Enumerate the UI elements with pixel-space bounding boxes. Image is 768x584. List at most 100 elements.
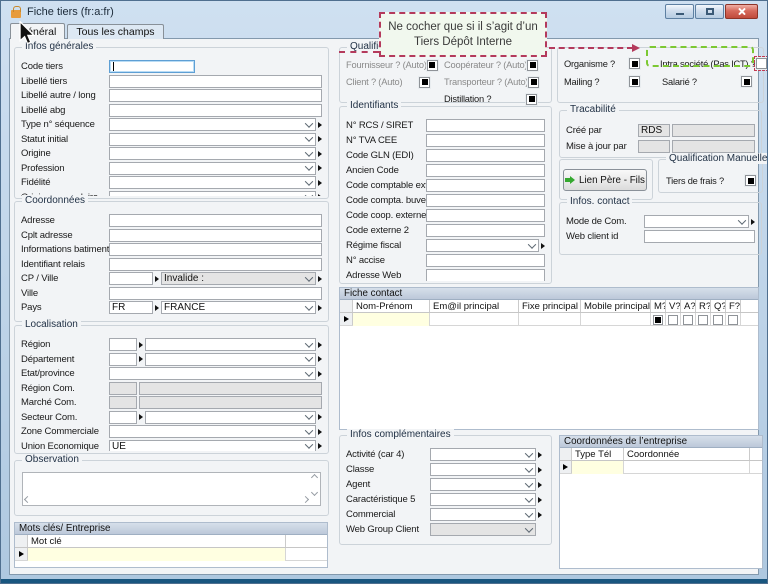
type-n-sequence-combo[interactable]: [109, 118, 316, 131]
lookup-arrow-icon[interactable]: [318, 165, 322, 171]
vertical-scrollbar[interactable]: [310, 475, 318, 495]
informations-batiment-input[interactable]: [109, 243, 322, 256]
horizontal-scrollbar[interactable]: [25, 495, 308, 503]
lookup-arrow-icon[interactable]: [541, 243, 545, 249]
lookup-arrow-icon[interactable]: [538, 467, 542, 473]
pays-input[interactable]: FR: [109, 301, 153, 314]
lookup-arrow-icon[interactable]: [318, 136, 322, 142]
organisme-checkbox[interactable]: [629, 58, 640, 69]
n-tva-cee-input[interactable]: [426, 134, 545, 147]
type-tel-cell[interactable]: [572, 461, 624, 474]
scroll-right-icon[interactable]: [302, 495, 309, 502]
lien-pere-fils-button[interactable]: Lien Père - Fils: [563, 169, 647, 191]
email-cell[interactable]: [430, 313, 519, 326]
mode-de-com-combo[interactable]: [644, 215, 749, 228]
union-economique-combo[interactable]: UE: [109, 440, 316, 452]
lookup-arrow-icon[interactable]: [751, 219, 755, 225]
code-coop-externe-input[interactable]: [426, 209, 545, 222]
lookup-arrow-icon[interactable]: [318, 305, 322, 311]
libelle-tiers-input[interactable]: [109, 75, 322, 88]
secteur-com-input[interactable]: [109, 411, 137, 424]
scroll-down-icon[interactable]: [310, 489, 317, 496]
lookup-arrow-icon[interactable]: [318, 443, 322, 449]
lookup-arrow-icon[interactable]: [139, 342, 143, 348]
zone-commerciale-combo[interactable]: [109, 425, 316, 438]
lookup-arrow-icon[interactable]: [538, 482, 542, 488]
maximize-button[interactable]: [695, 4, 724, 19]
fournisseur-auto-checkbox[interactable]: [427, 60, 438, 71]
identifiant-relais-input[interactable]: [109, 258, 322, 271]
secteur-com-combo[interactable]: [145, 411, 316, 424]
fixe-cell[interactable]: [519, 313, 581, 326]
distillation-checkbox[interactable]: [526, 94, 537, 105]
ancien-code-input[interactable]: [426, 164, 545, 177]
tiers-de-frais-checkbox[interactable]: [745, 175, 756, 186]
coordonnee-cell[interactable]: [624, 461, 750, 474]
mailing-checkbox[interactable]: [629, 76, 640, 87]
activite-car-4-combo[interactable]: [430, 448, 536, 461]
cp-ville-input[interactable]: [109, 272, 153, 285]
regime-fiscal-combo[interactable]: [426, 239, 539, 252]
a-checkbox[interactable]: [683, 315, 693, 325]
region-combo[interactable]: [145, 338, 316, 351]
client-auto-checkbox[interactable]: [419, 77, 430, 88]
agent-combo[interactable]: [430, 478, 536, 491]
lookup-arrow-icon[interactable]: [318, 180, 322, 186]
transporteur-auto-checkbox[interactable]: [528, 77, 539, 88]
q-checkbox[interactable]: [713, 315, 723, 325]
scroll-left-icon[interactable]: [24, 495, 31, 502]
lookup-arrow-icon[interactable]: [155, 305, 159, 311]
statut-initial-combo[interactable]: [109, 133, 316, 146]
lookup-arrow-icon[interactable]: [318, 194, 322, 196]
lookup-arrow-icon[interactable]: [139, 414, 143, 420]
origine-combo[interactable]: [109, 147, 316, 160]
etat-province-combo[interactable]: [109, 367, 316, 380]
caracteristique-5-combo[interactable]: [430, 493, 536, 506]
departement-input[interactable]: [109, 353, 137, 366]
cplt-adresse-input[interactable]: [109, 229, 322, 242]
cooperateur-auto-checkbox[interactable]: [527, 60, 538, 71]
lookup-arrow-icon[interactable]: [139, 356, 143, 362]
lookup-arrow-icon[interactable]: [538, 452, 542, 458]
mot-cle-cell[interactable]: [28, 548, 286, 561]
departement-combo[interactable]: [145, 353, 316, 366]
web-client-id-input[interactable]: [644, 230, 755, 243]
code-externe-2-input[interactable]: [426, 224, 545, 237]
pays-combo[interactable]: FRANCE: [161, 301, 316, 314]
n-rcs-siret-input[interactable]: [426, 119, 545, 132]
origine-secondaire-combo[interactable]: [109, 191, 316, 197]
f-checkbox[interactable]: [728, 315, 738, 325]
commercial-combo[interactable]: [430, 508, 536, 521]
v-checkbox[interactable]: [668, 315, 678, 325]
lookup-arrow-icon[interactable]: [318, 151, 322, 157]
fidelite-combo[interactable]: [109, 176, 316, 189]
profession-combo[interactable]: [109, 162, 316, 175]
lookup-arrow-icon[interactable]: [318, 342, 322, 348]
ville-input[interactable]: [109, 287, 322, 300]
mobile-cell[interactable]: [581, 313, 651, 326]
cp-ville-combo[interactable]: Invalide :: [161, 272, 316, 285]
salarie-checkbox[interactable]: [741, 76, 752, 87]
web-group-client-combo[interactable]: [430, 523, 536, 536]
lookup-arrow-icon[interactable]: [318, 414, 322, 420]
code-comptable-externe-input[interactable]: [426, 179, 545, 192]
code-tiers-input[interactable]: [109, 60, 195, 73]
tab-tous-les-champs[interactable]: Tous les champs: [67, 24, 163, 39]
close-button[interactable]: [725, 4, 758, 19]
m-checkbox[interactable]: [653, 315, 663, 325]
adresse-input[interactable]: [109, 214, 322, 227]
n-accise-input[interactable]: [426, 254, 545, 267]
lookup-arrow-icon[interactable]: [318, 276, 322, 282]
code-compta-buvette-input[interactable]: [426, 194, 545, 207]
nom-prenom-cell[interactable]: [353, 313, 430, 326]
lookup-arrow-icon[interactable]: [318, 429, 322, 435]
scroll-up-icon[interactable]: [310, 474, 317, 481]
lookup-arrow-icon[interactable]: [318, 122, 322, 128]
minimize-button[interactable]: [665, 4, 694, 19]
classe-combo[interactable]: [430, 463, 536, 476]
lookup-arrow-icon[interactable]: [155, 276, 159, 282]
region-input[interactable]: [109, 338, 137, 351]
lookup-arrow-icon[interactable]: [538, 497, 542, 503]
lookup-arrow-icon[interactable]: [538, 512, 542, 518]
observation-textarea[interactable]: [22, 472, 321, 506]
